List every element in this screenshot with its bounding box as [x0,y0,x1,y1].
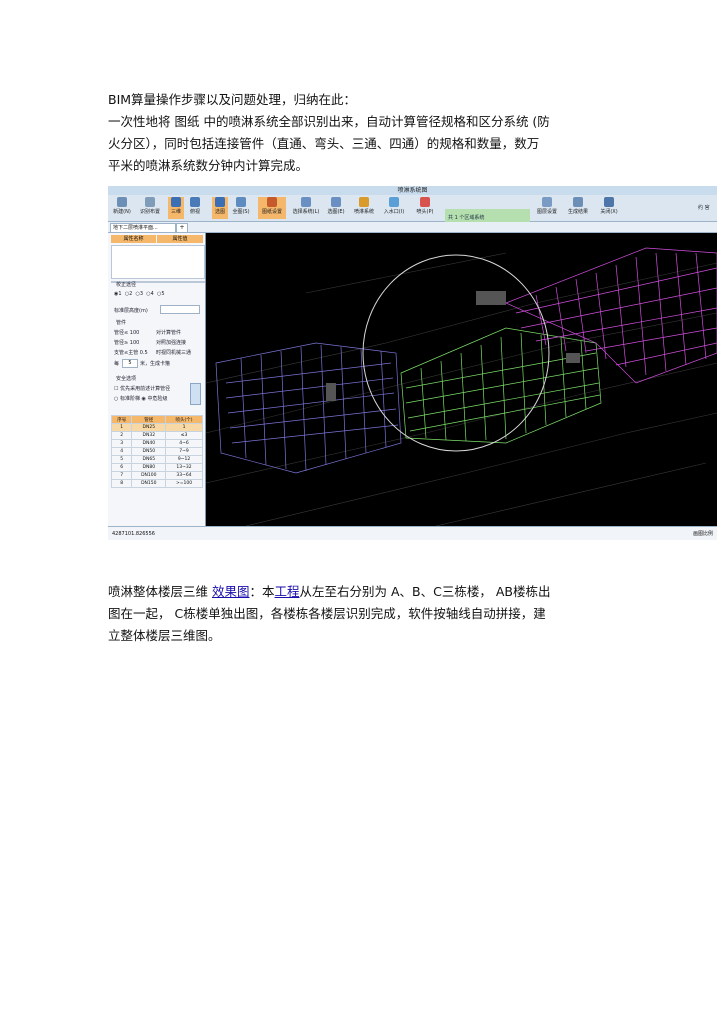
col-value-header: 属性值 [157,235,203,243]
table-row[interactable]: 3 DN40 4~6 [110,439,203,448]
effect-image-link[interactable]: 效果图 [212,584,250,599]
view-icon [190,197,200,207]
branch-row[interactable]: 支管≤主管 0.5 [114,349,148,356]
correction-radios[interactable]: ◉1 ○2 ○3 ○4 ○5 [114,291,165,297]
canvas-background [206,233,717,526]
coordinate-readout: 4287101.826556 [112,531,155,537]
ribbon-button-pick[interactable]: 选图(E) [324,197,348,219]
radio-5[interactable]: ○5 [155,291,165,297]
ribbon-button-select[interactable]: 选图 [212,197,228,219]
col-name-header: 属性名称 [111,235,156,243]
new-icon [117,197,127,207]
property-panel: 属性名称 属性值 校正途径 ◉1 ○2 ○3 ○4 ○5 标准层高度(m) 管件… [108,233,206,526]
system-icon [301,197,311,207]
close-icon [604,197,614,207]
outro-paragraph: 喷淋整体楼层三维 效果图：本工程从左至右分别为 A、B、C三栋楼， AB楼栋出 … [108,581,628,647]
pipe-row-2-option[interactable]: 对照加强连接 [156,339,186,346]
sprinkler-icon [359,197,369,207]
select-icon [215,197,225,207]
safety-section-title: 安全选项 [116,376,137,382]
3d-icon [171,197,181,207]
ribbon-button-drawing-settings[interactable]: 图纸设置 [258,197,286,219]
3d-sprinkler-view[interactable] [206,233,717,526]
ribbon-button-inlet[interactable]: 入水口(I) [380,197,408,219]
outro-line-2: 图在一起， C栋楼单独出图，各楼栋各楼层识别完成，软件按轴线自动拼接，建 [108,606,546,621]
elevation-field[interactable] [160,305,200,314]
right-edge-text: 约 官 [698,205,710,211]
intro-line-1: BIM算量操作步骤以及问题处理，归纳在此： [108,92,357,107]
ribbon-button-top-view[interactable]: 俯视 [186,197,204,219]
intro-line-3: 火分区），同时包括连接管件（直通、弯头、三通、四通）的规格和数量，数万 [108,136,540,151]
ribbon-button-heads[interactable]: 喷头(P) [410,197,440,219]
property-grid [111,245,205,279]
recognize-icon [145,197,155,207]
status-bar: 4287101.826556 画图比例 [108,526,717,540]
step-field[interactable]: 5 [122,359,138,368]
ribbon-button-new[interactable]: 新建(N) [110,197,134,219]
table-header-size: 管径 [131,415,167,424]
elevation-label: 标准层高度(m) [114,308,148,314]
intro-line-4: 平米的喷淋系统数分钟内计算完成。 [108,158,309,173]
inlet-icon [389,197,399,207]
head-icon [420,197,430,207]
add-tab-icon[interactable]: + [176,223,188,233]
table-row[interactable]: 4 DN50 7~9 [110,447,203,456]
project-link[interactable]: 工程 [275,584,300,599]
step-suffix: 米，生成卡箍 [140,361,171,367]
radio-1[interactable]: ◉1 [114,291,122,297]
document-tabbar: 地下二层喷淋平面... + [108,222,717,233]
branch-option: 时视同机械三通 [156,350,192,356]
pick-icon [331,197,341,207]
generate-icon [573,197,583,207]
table-header-index: 序号 [110,415,133,424]
pipe-section-title: 管件 [116,320,127,326]
safety-radios[interactable]: ○ 标准阶梯 ◉ 中危险级 [114,395,168,402]
table-row[interactable]: 1 DN25 1 [110,423,203,432]
ribbon-button-recognize[interactable]: 识别布置 [136,197,164,219]
table-row[interactable]: 2 DN32 ≤3 [110,431,203,440]
radio-4[interactable]: ○4 [145,291,154,297]
apply-icon[interactable] [190,383,201,405]
outro-line-1: 喷淋整体楼层三维 效果图：本工程从左至右分别为 A、B、C三栋楼， AB楼栋出 [108,584,551,599]
intro-paragraph: BIM算量操作步骤以及问题处理，归纳在此： 一次性地将 图纸 中的喷淋系统全部识… [108,89,628,177]
software-screenshot: 喷淋系统图 新建(N) 识别布置 三维 俯视 选图 全图(S) 图纸设置 选择系… [108,186,717,540]
ribbon-button-3d[interactable]: 三维 [168,197,184,219]
fullview-icon [236,197,246,207]
ribbon-button-select-system[interactable]: 选择系统(L) [290,197,322,219]
ribbon-button-sprinkler[interactable]: 喷淋系统 [350,197,378,219]
correction-title: 校正途径 [116,282,137,288]
ribbon-toolbar: 新建(N) 识别布置 三维 俯视 选图 全图(S) 图纸设置 选择系统(L) 选… [108,195,717,227]
pipe-row-2[interactable]: 管径≥ 100 [114,339,139,346]
table-row[interactable]: 6 DN80 13~32 [110,463,203,472]
window-title: 喷淋系统图 [108,186,717,195]
intro-line-2: 一次性地将 图纸 中的喷淋系统全部识别出来，自动计算管径规格和区分系统 (防 [108,114,550,129]
scale-readout: 画图比例 [692,531,713,537]
step-label: 每 [114,361,120,367]
ribbon-button-fullview[interactable]: 全图(S) [230,197,252,219]
radio-2[interactable]: ○2 [123,291,133,297]
pipe-row-1-option[interactable]: 对计算管件 [156,329,181,336]
ribbon-button-layers[interactable]: 图层设置 [532,197,562,219]
ribbon-button-generate[interactable]: 生成结果 [564,197,592,219]
radio-3[interactable]: ○3 [134,291,143,297]
pipe-row-1[interactable]: 管径≤ 100 [114,329,139,336]
safety-checkbox[interactable]: ☐ 优先采用前述计算管径 [114,385,170,392]
pipe-size-table: 序号 管径 喷头(个) 1 DN25 1 2 DN32 ≤3 3 DN40 4~6 4 DN5… [110,415,203,488]
table-header-heads: 喷头(个) [165,415,203,424]
outro-line-3: 立整体楼层三维图。 [108,628,221,643]
ribbon-button-close[interactable]: 关闭(X) [596,197,622,219]
settings-icon [267,197,277,207]
tab-floor-plan[interactable]: 地下二层喷淋平面... [110,223,176,233]
table-row[interactable]: 7 DN100 33~64 [110,471,203,480]
table-row[interactable]: 5 DN65 9~12 [110,455,203,464]
layers-icon [542,197,552,207]
table-row[interactable]: 8 DN150 >=100 [110,479,203,488]
